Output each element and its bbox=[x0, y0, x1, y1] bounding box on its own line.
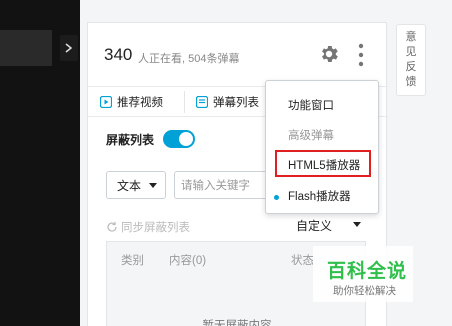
watermark-subtitle: 助你轻松解决 bbox=[333, 285, 396, 297]
tab-recommended-videos[interactable]: 推荐视频 bbox=[100, 87, 163, 117]
filter-type-select[interactable]: 文本 bbox=[106, 171, 166, 199]
viewer-count: 340 bbox=[104, 45, 133, 64]
column-header-status[interactable]: 状态 bbox=[291, 252, 314, 268]
play-icon bbox=[100, 96, 112, 108]
more-vertical-icon[interactable] bbox=[358, 43, 364, 67]
feedback-char: 反 bbox=[405, 61, 417, 73]
feedback-char: 馈 bbox=[405, 76, 417, 88]
menu-item-html5-player[interactable]: HTML5播放器 bbox=[288, 157, 360, 173]
watermark-title: 百科全说 bbox=[327, 261, 408, 282]
keyword-input[interactable]: 请输入关键字 bbox=[174, 171, 274, 199]
panel-header: 340 人正在看, 504条弹幕 bbox=[88, 23, 388, 87]
column-header-content[interactable]: 内容(0) bbox=[169, 252, 206, 268]
menu-item-flash-player[interactable]: Flash播放器 bbox=[288, 188, 351, 204]
shield-list-label: 屏蔽列表 bbox=[106, 133, 155, 147]
menu-item-advanced-danmaku[interactable]: 高级弹幕 bbox=[288, 127, 334, 143]
filter-type-value: 文本 bbox=[117, 178, 142, 193]
sync-label: 同步屏蔽列表 bbox=[121, 222, 190, 234]
shield-list-toggle[interactable] bbox=[163, 130, 195, 148]
tab-divider bbox=[184, 91, 185, 113]
chevron-right-icon bbox=[65, 43, 73, 53]
list-icon bbox=[196, 96, 208, 108]
caret-down-icon[interactable] bbox=[353, 222, 361, 227]
player-control-bar bbox=[0, 30, 52, 66]
viewer-status-text: 人正在看, 504条弹幕 bbox=[138, 53, 240, 65]
sync-shield-list-button[interactable]: 同步屏蔽列表 bbox=[106, 219, 190, 235]
selected-dot-icon bbox=[274, 195, 279, 200]
video-player[interactable] bbox=[0, 0, 80, 326]
keyword-placeholder: 请输入关键字 bbox=[181, 180, 250, 192]
column-header-category[interactable]: 类别 bbox=[121, 252, 144, 268]
watermark-logo: 百科全说 助你轻松解决 bbox=[313, 246, 413, 302]
gear-icon[interactable] bbox=[318, 43, 340, 65]
refresh-icon bbox=[107, 222, 117, 232]
tab-label: 弹幕列表 bbox=[213, 97, 259, 109]
menu-item-function-window[interactable]: 功能窗口 bbox=[288, 97, 334, 113]
custom-select-value[interactable]: 自定义 bbox=[296, 217, 332, 234]
settings-dropdown-menu: 功能窗口 高级弹幕 HTML5播放器 Flash播放器 bbox=[265, 80, 379, 214]
tab-label: 推荐视频 bbox=[117, 97, 163, 109]
feedback-button[interactable]: 意 见 反 馈 bbox=[396, 24, 426, 96]
toggle-knob bbox=[179, 132, 193, 146]
tab-danmaku-list[interactable]: 弹幕列表 bbox=[196, 87, 259, 117]
feedback-char: 意 bbox=[405, 31, 417, 43]
empty-state-text: 暂无屏蔽内容 bbox=[202, 320, 272, 326]
caret-down-icon bbox=[149, 183, 157, 188]
feedback-char: 见 bbox=[405, 46, 417, 58]
collapse-panel-button[interactable] bbox=[60, 35, 78, 61]
